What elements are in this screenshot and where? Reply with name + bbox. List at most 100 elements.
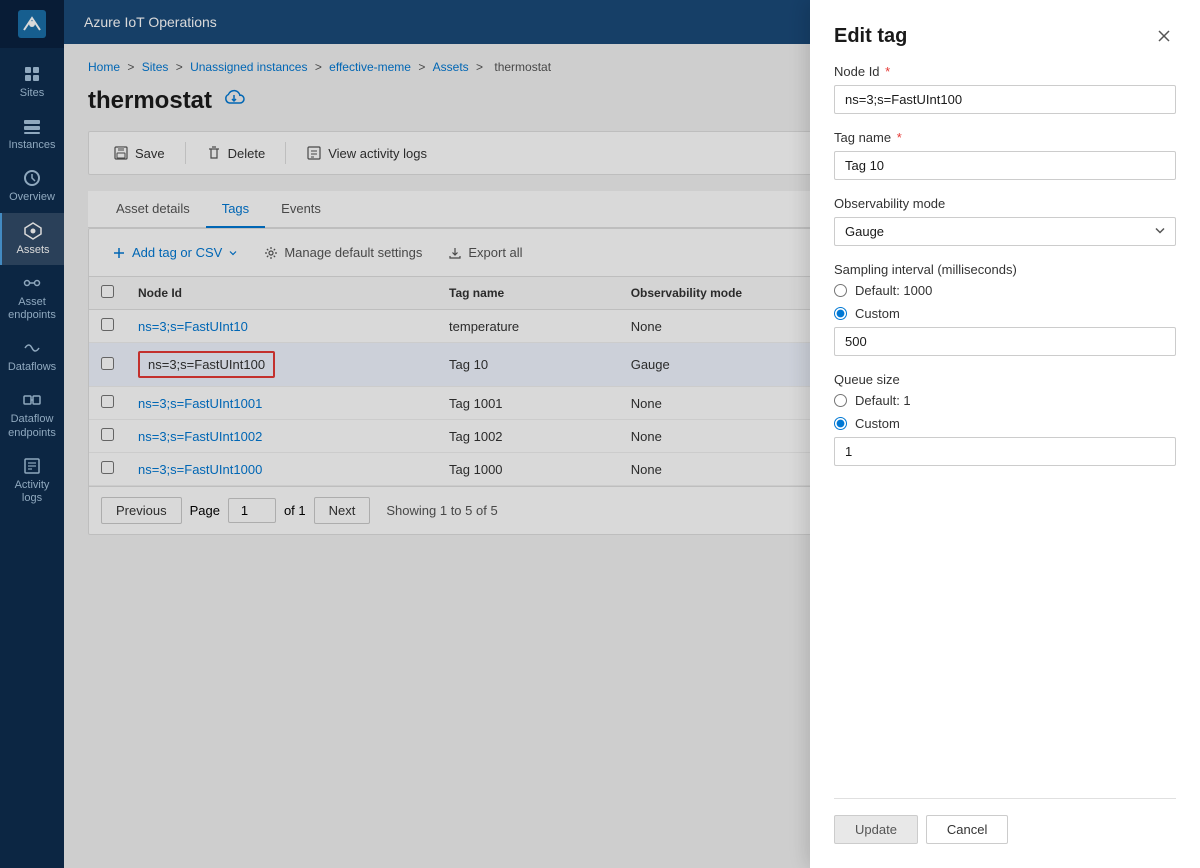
col-node-id: Node Id bbox=[126, 277, 437, 310]
sampling-label: Sampling interval (milliseconds) bbox=[834, 262, 1176, 277]
sidebar-item-activity-logs-label: Activity logs bbox=[4, 479, 60, 505]
sidebar-item-overview[interactable]: Overview bbox=[0, 160, 64, 212]
save-icon bbox=[113, 145, 129, 161]
row-checkbox[interactable] bbox=[101, 395, 114, 408]
plus-icon bbox=[112, 246, 126, 260]
tag-name-cell: temperature bbox=[437, 310, 619, 343]
sidebar: Sites Instances Overview Assets Asset en… bbox=[0, 0, 64, 868]
manage-settings-button[interactable]: Manage default settings bbox=[253, 239, 433, 266]
dataflow-endpoints-icon bbox=[22, 390, 42, 410]
node-id-link[interactable]: ns=3;s=FastUInt1000 bbox=[138, 462, 262, 477]
node-id-input[interactable] bbox=[834, 85, 1176, 114]
breadcrumb-sites[interactable]: Sites bbox=[142, 60, 169, 74]
delete-icon bbox=[206, 145, 222, 161]
dataflows-icon bbox=[22, 338, 42, 358]
assets-icon bbox=[23, 221, 43, 241]
breadcrumb-unassigned[interactable]: Unassigned instances bbox=[190, 60, 307, 74]
sidebar-item-instances[interactable]: Instances bbox=[0, 108, 64, 160]
cloud-sync-icon bbox=[222, 86, 246, 115]
app-logo bbox=[0, 0, 64, 48]
row-checkbox[interactable] bbox=[101, 461, 114, 474]
export-all-button[interactable]: Export all bbox=[437, 239, 533, 266]
queue-default-radio[interactable] bbox=[834, 394, 847, 407]
sampling-field: Sampling interval (milliseconds) Default… bbox=[834, 262, 1176, 356]
view-activity-button[interactable]: View activity logs bbox=[294, 140, 439, 166]
delete-button[interactable]: Delete bbox=[194, 140, 278, 166]
queue-default-option[interactable]: Default: 1 bbox=[834, 393, 1176, 408]
observability-select[interactable]: None Gauge Counter Histogram Log bbox=[834, 217, 1176, 246]
tag-name-cell: Tag 10 bbox=[437, 343, 619, 387]
tag-name-cell: Tag 1001 bbox=[437, 387, 619, 420]
tag-name-input[interactable] bbox=[834, 151, 1176, 180]
node-id-field: Node Id * bbox=[834, 64, 1176, 114]
sidebar-item-asset-endpoints[interactable]: Asset endpoints bbox=[0, 265, 64, 330]
sampling-custom-radio[interactable] bbox=[834, 307, 847, 320]
node-id-link[interactable]: ns=3;s=FastUInt10 bbox=[138, 319, 248, 334]
select-all-checkbox[interactable] bbox=[101, 285, 114, 298]
dropdown-arrow-icon bbox=[228, 248, 238, 258]
overview-icon bbox=[22, 168, 42, 188]
instances-icon bbox=[22, 116, 42, 136]
tag-name-cell: Tag 1002 bbox=[437, 420, 619, 453]
asset-endpoints-icon bbox=[22, 273, 42, 293]
app-title: Azure IoT Operations bbox=[84, 14, 217, 30]
sampling-default-option[interactable]: Default: 1000 bbox=[834, 283, 1176, 298]
node-id-link[interactable]: ns=3;s=FastUInt1001 bbox=[138, 396, 262, 411]
select-all-cell bbox=[89, 277, 126, 310]
sidebar-item-dataflows-label: Dataflows bbox=[8, 361, 56, 374]
cancel-button[interactable]: Cancel bbox=[926, 815, 1008, 844]
next-button[interactable]: Next bbox=[314, 497, 371, 524]
previous-button[interactable]: Previous bbox=[101, 497, 182, 524]
sites-icon bbox=[22, 64, 42, 84]
page-title: thermostat bbox=[88, 87, 212, 115]
tab-events[interactable]: Events bbox=[265, 191, 337, 228]
edit-panel: Edit tag Node Id * Tag name * Observabil… bbox=[810, 0, 1200, 868]
sidebar-item-sites[interactable]: Sites bbox=[0, 56, 64, 108]
export-icon bbox=[448, 246, 462, 260]
breadcrumb-effective-meme[interactable]: effective-meme bbox=[329, 60, 411, 74]
highlighted-node-id: ns=3;s=FastUInt100 bbox=[138, 351, 275, 378]
queue-field: Queue size Default: 1 Custom bbox=[834, 372, 1176, 466]
gear-icon bbox=[264, 246, 278, 260]
breadcrumb-current: thermostat bbox=[494, 60, 551, 74]
panel-header: Edit tag bbox=[834, 24, 1176, 48]
add-tag-button[interactable]: Add tag or CSV bbox=[101, 239, 249, 266]
panel-footer: Update Cancel bbox=[834, 798, 1176, 844]
queue-custom-radio[interactable] bbox=[834, 417, 847, 430]
breadcrumb-home[interactable]: Home bbox=[88, 60, 120, 74]
sidebar-item-activity-logs[interactable]: Activity logs bbox=[0, 448, 64, 513]
tag-name-field: Tag name * bbox=[834, 130, 1176, 180]
panel-title: Edit tag bbox=[834, 25, 907, 48]
sampling-default-radio[interactable] bbox=[834, 284, 847, 297]
activity-logs-icon bbox=[22, 456, 42, 476]
sidebar-item-dataflows[interactable]: Dataflows bbox=[0, 330, 64, 382]
of-label: of 1 bbox=[284, 503, 306, 518]
sidebar-item-assets-label: Assets bbox=[16, 244, 49, 257]
sidebar-item-overview-label: Overview bbox=[9, 191, 55, 204]
sampling-custom-input[interactable] bbox=[834, 327, 1176, 356]
close-panel-button[interactable] bbox=[1152, 24, 1176, 48]
breadcrumb-assets[interactable]: Assets bbox=[433, 60, 469, 74]
tab-asset-details[interactable]: Asset details bbox=[100, 191, 206, 228]
queue-custom-input[interactable] bbox=[834, 437, 1176, 466]
update-button[interactable]: Update bbox=[834, 815, 918, 844]
sidebar-item-sites-label: Sites bbox=[20, 87, 44, 100]
page-label: Page bbox=[190, 503, 220, 518]
tab-tags[interactable]: Tags bbox=[206, 191, 265, 228]
activity-icon bbox=[306, 145, 322, 161]
page-number-input[interactable] bbox=[228, 498, 276, 523]
sidebar-item-dataflow-endpoints[interactable]: Dataflow endpoints bbox=[0, 382, 64, 447]
save-button[interactable]: Save bbox=[101, 140, 177, 166]
sidebar-item-asset-endpoints-label: Asset endpoints bbox=[4, 296, 60, 322]
node-id-link[interactable]: ns=3;s=FastUInt1002 bbox=[138, 429, 262, 444]
sidebar-item-instances-label: Instances bbox=[8, 139, 55, 152]
queue-radio-group: Default: 1 Custom bbox=[834, 393, 1176, 431]
sampling-custom-option[interactable]: Custom bbox=[834, 306, 1176, 321]
tag-name-label: Tag name * bbox=[834, 130, 1176, 145]
sampling-radio-group: Default: 1000 Custom bbox=[834, 283, 1176, 321]
sidebar-item-assets[interactable]: Assets bbox=[0, 213, 64, 265]
row-checkbox[interactable] bbox=[101, 357, 114, 370]
row-checkbox[interactable] bbox=[101, 428, 114, 441]
row-checkbox[interactable] bbox=[101, 318, 114, 331]
queue-custom-option[interactable]: Custom bbox=[834, 416, 1176, 431]
